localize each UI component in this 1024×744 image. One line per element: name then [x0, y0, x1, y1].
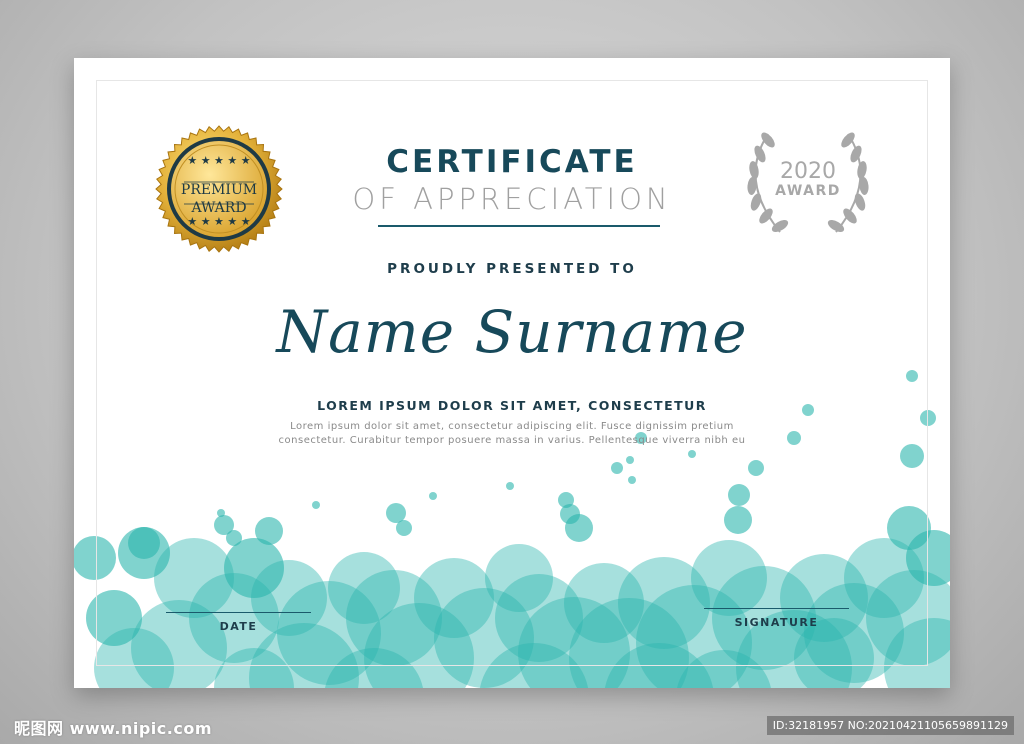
certificate-title: CERTIFICATE — [386, 144, 638, 180]
certificate-subtitle: OF APPRECIATION — [352, 182, 672, 216]
svg-text:★ ★ ★ ★ ★: ★ ★ ★ ★ ★ — [187, 215, 250, 228]
body-text: Lorem ipsum dolor sit amet, consectetur … — [74, 420, 950, 448]
watermark-id: ID:32181957 NO:20210421105659891129 — [766, 716, 1014, 735]
bubble — [396, 520, 412, 536]
recipient-name: Name Surname — [276, 298, 748, 366]
bubble — [255, 517, 283, 545]
laurel-wreath-icon: 2020 AWARD — [747, 132, 869, 233]
bubble — [506, 482, 514, 490]
bubble — [128, 527, 160, 559]
watermark-logo: 昵图网 www.nipic.com — [14, 719, 212, 738]
signature-label: SIGNATURE — [734, 616, 819, 629]
bubble — [626, 456, 634, 464]
body-line-2: consectetur. Curabitur tempor posuere ma… — [278, 435, 746, 446]
bubble — [688, 450, 696, 458]
date-line — [166, 612, 311, 613]
certificate-card: ★ ★ ★ ★ ★ ★ ★ ★ ★ ★ PREMIUM AWARD 2020 A… — [74, 58, 950, 688]
bubble — [86, 590, 142, 646]
bubble — [748, 460, 764, 476]
bubble — [226, 530, 242, 546]
bubble — [728, 484, 750, 506]
bubble — [386, 503, 406, 523]
presented-to-label: PROUDLY PRESENTED TO — [387, 261, 637, 277]
body-line-1: Lorem ipsum dolor sit amet, consectetur … — [290, 421, 734, 432]
bubble — [312, 501, 320, 509]
tagline: LOREM IPSUM DOLOR SIT AMET, CONSECTETUR — [317, 398, 707, 413]
bubble — [724, 506, 752, 534]
bubble — [628, 476, 636, 484]
bubble — [906, 370, 918, 382]
bubble — [565, 514, 593, 542]
bubble — [74, 536, 116, 580]
date-label: DATE — [219, 620, 258, 633]
bubble — [217, 509, 225, 517]
bubble — [429, 492, 437, 500]
signature-line — [704, 608, 849, 609]
title-divider — [378, 225, 660, 227]
bubble — [611, 462, 623, 474]
